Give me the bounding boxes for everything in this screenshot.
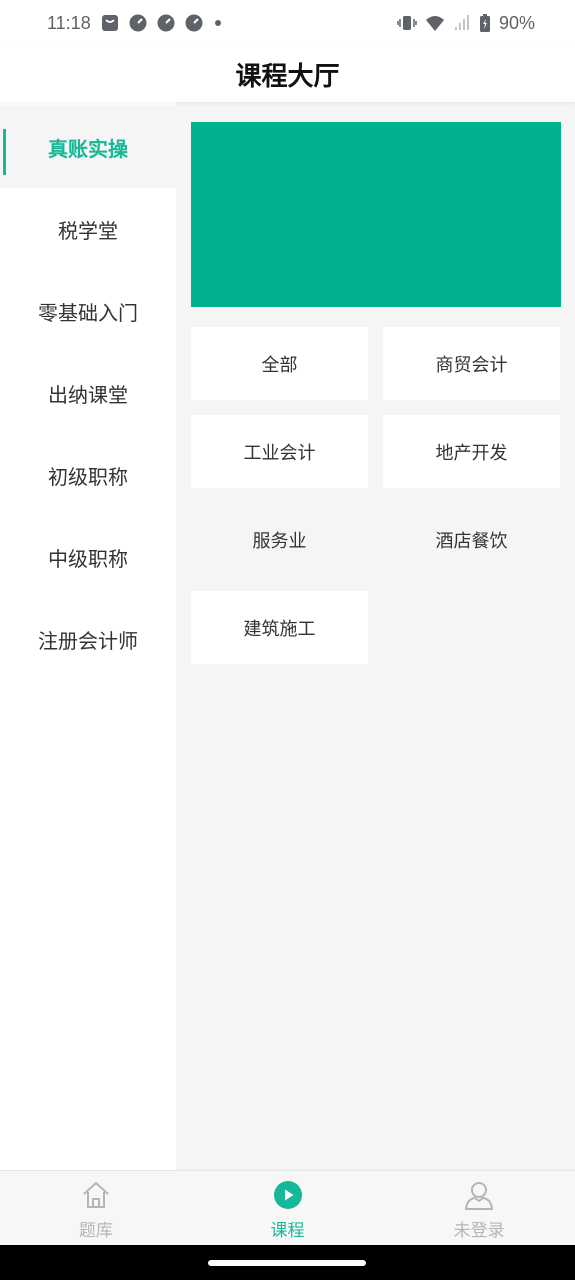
promo-banner[interactable] <box>191 122 561 307</box>
category-label: 商贸会计 <box>435 354 508 376</box>
category-label: 酒店餐饮 <box>435 530 508 552</box>
home-icon <box>80 1176 112 1214</box>
category-trade-accounting[interactable]: 商贸会计 <box>383 327 560 400</box>
wifi-icon <box>425 14 445 32</box>
notification-gauge-icon <box>157 14 175 32</box>
sidebar-item-cpa[interactable]: 注册会计师 <box>0 598 176 680</box>
notification-bag-icon <box>101 14 119 32</box>
sidebar-item-tax-school[interactable]: 税学堂 <box>0 188 176 270</box>
category-services[interactable]: 服务业 <box>191 503 368 576</box>
tab-question-bank[interactable]: 题库 <box>0 1171 192 1246</box>
sidebar-item-intermediate-title[interactable]: 中级职称 <box>0 516 176 598</box>
tab-label: 题库 <box>78 1221 113 1241</box>
sidebar-item-label: 零基础入门 <box>38 300 138 325</box>
tab-label: 课程 <box>270 1221 305 1241</box>
app-header: 课程大厅 <box>0 46 575 102</box>
tab-label: 未登录 <box>453 1221 505 1241</box>
more-notifications-dot-icon <box>213 18 223 28</box>
battery-percent: 90% <box>498 12 535 33</box>
sidebar-item-label: 出纳课堂 <box>48 382 128 407</box>
bottom-tab-bar: 题库 课程 未登录 <box>0 1170 575 1246</box>
home-gesture-handle[interactable] <box>208 1260 366 1266</box>
play-circle-icon <box>273 1176 303 1214</box>
status-time: 11:18 <box>47 12 91 33</box>
tab-courses[interactable]: 课程 <box>192 1171 384 1246</box>
category-real-estate[interactable]: 地产开发 <box>383 415 560 488</box>
sidebar-item-label: 税学堂 <box>58 218 118 243</box>
system-nav-bar <box>0 1245 575 1280</box>
vibrate-icon <box>397 14 417 32</box>
sidebar-item-label: 真账实操 <box>48 136 128 161</box>
sidebar-item-label: 注册会计师 <box>38 628 138 653</box>
content-area: 全部 商贸会计 工业会计 地产开发 服务业 酒店餐饮 建筑施工 <box>176 102 575 1170</box>
tab-not-logged-in[interactable]: 未登录 <box>383 1171 575 1246</box>
cell-signal-icon <box>453 14 471 32</box>
category-label: 工业会计 <box>243 442 316 464</box>
notification-gauge-icon <box>129 14 147 32</box>
sidebar-item-label: 中级职称 <box>48 546 128 571</box>
category-label: 服务业 <box>252 530 307 552</box>
category-label: 地产开发 <box>435 442 508 464</box>
category-sidebar: 真账实操 税学堂 零基础入门 出纳课堂 初级职称 中级职称 注册会计师 <box>0 102 176 1170</box>
sidebar-item-real-accounts[interactable]: 真账实操 <box>0 106 176 188</box>
category-label: 全部 <box>261 354 298 376</box>
category-industrial-accounting[interactable]: 工业会计 <box>191 415 368 488</box>
battery-icon <box>479 13 491 33</box>
sidebar-item-cashier[interactable]: 出纳课堂 <box>0 352 176 434</box>
category-construction[interactable]: 建筑施工 <box>191 591 368 664</box>
category-all[interactable]: 全部 <box>191 327 368 400</box>
sidebar-item-junior-title[interactable]: 初级职称 <box>0 434 176 516</box>
sidebar-item-label: 初级职称 <box>48 464 128 489</box>
page-title: 课程大厅 <box>235 61 340 92</box>
sidebar-item-beginner[interactable]: 零基础入门 <box>0 270 176 352</box>
category-label: 建筑施工 <box>243 618 316 640</box>
notification-gauge-icon <box>185 14 203 32</box>
user-icon <box>463 1176 495 1214</box>
category-hotel-catering[interactable]: 酒店餐饮 <box>383 503 560 576</box>
status-bar: 11:18 90% <box>0 0 575 46</box>
